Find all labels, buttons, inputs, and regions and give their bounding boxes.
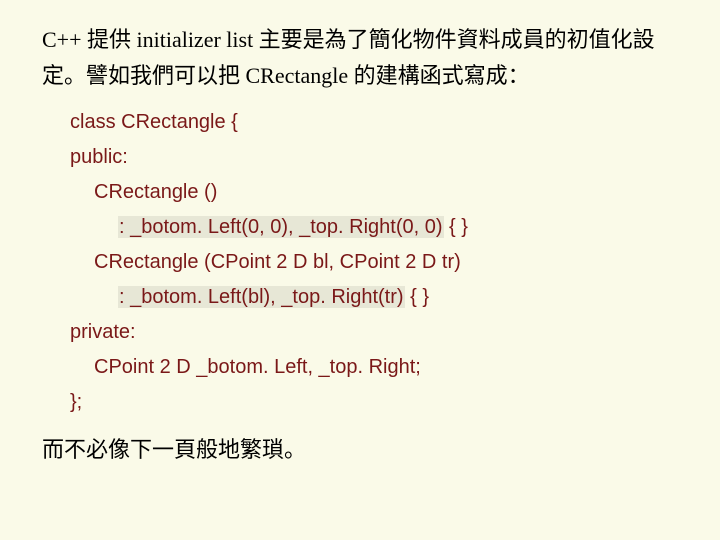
initializer-list-highlight: : _botom. Left(bl), _top. Right(tr) [118,286,405,308]
code-tail: { } [444,216,468,238]
code-line: : _botom. Left(bl), _top. Right(tr) { } [70,280,684,315]
initializer-list-highlight: : _botom. Left(0, 0), _top. Right(0, 0) [118,216,444,238]
code-line: class CRectangle { [70,105,684,140]
code-line: CRectangle () [70,175,684,210]
code-line: }; [70,385,684,420]
outro-paragraph: 而不必像下一頁般地繁瑣。 [42,432,684,468]
code-line: CRectangle (CPoint 2 D bl, CPoint 2 D tr… [70,245,684,280]
code-tail: { } [405,286,429,308]
code-line: private: [70,315,684,350]
code-line: public: [70,140,684,175]
intro-paragraph: C++ 提供 initializer list 主要是為了簡化物件資料成員的初值… [42,22,684,95]
code-line: CPoint 2 D _botom. Left, _top. Right; [70,350,684,385]
code-block: class CRectangle { public: CRectangle ()… [70,105,684,420]
code-line: : _botom. Left(0, 0), _top. Right(0, 0) … [70,210,684,245]
